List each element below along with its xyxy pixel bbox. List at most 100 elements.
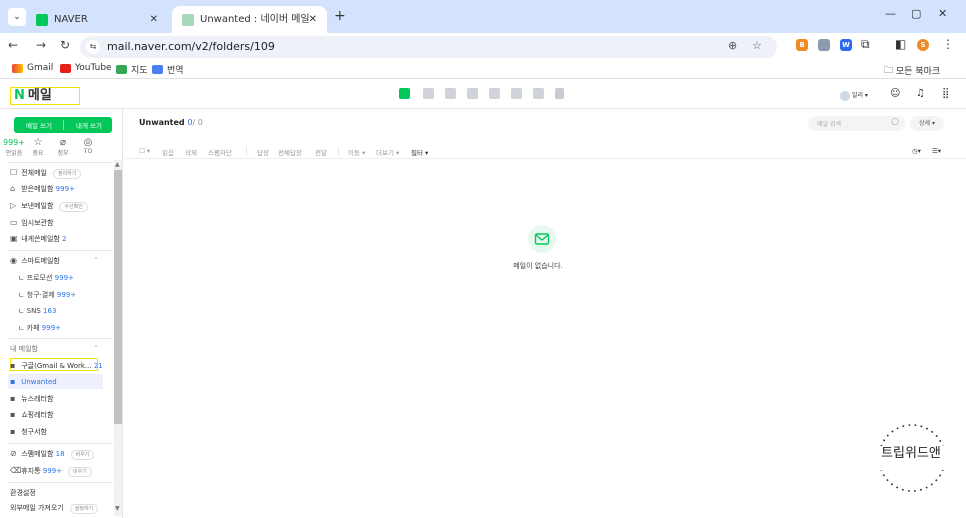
apps-grid-icon[interactable]: ⣿: [942, 88, 949, 99]
folder-unwanted[interactable]: ▪ Unwanted: [10, 377, 57, 386]
folder-promotion[interactable]: ㄴ 프로모션 999+: [18, 273, 74, 283]
folder-google[interactable]: ▪ 구글(Gmail & Work... 21: [10, 361, 103, 371]
notification-bell-icon[interactable]: ♫: [916, 88, 925, 99]
new-tab-icon[interactable]: +: [334, 6, 346, 26]
folder-sent[interactable]: ▷ 보낸메일함 수신확인: [10, 201, 88, 212]
forward-icon[interactable]: →: [36, 38, 46, 52]
forward-button[interactable]: 전달: [315, 147, 327, 157]
window-close-icon[interactable]: ✕: [938, 7, 947, 20]
reply-button[interactable]: 답장: [257, 147, 269, 157]
reply-all-button[interactable]: 전체답장: [278, 147, 302, 157]
settings-link[interactable]: 환경설정: [10, 488, 36, 498]
folder-billing[interactable]: ㄴ 청구·결제 999+: [18, 290, 76, 300]
mail-search-input[interactable]: 메일 검색 ○: [808, 116, 905, 131]
empty-trash-button[interactable]: 비우기: [68, 467, 92, 477]
tab-search-dropdown-icon[interactable]: ⌄: [8, 8, 26, 26]
folder-shopping[interactable]: ▪ 쇼핑레터함: [10, 410, 53, 420]
total-count: / 0: [192, 118, 203, 127]
bookmark-service-icon[interactable]: [555, 88, 564, 99]
mark-read-button[interactable]: 읽음: [162, 147, 174, 157]
block-spam-button[interactable]: 스팸차단: [208, 147, 232, 157]
move-dropdown[interactable]: 이동 ▾: [348, 147, 365, 157]
sort-clock-icon[interactable]: ◷▾: [912, 147, 921, 155]
quick-unread[interactable]: 999+ 안읽음: [3, 138, 25, 157]
folder-trash[interactable]: ⌫ 휴지통 999+ 비우기: [10, 466, 92, 477]
papago-icon: [152, 65, 163, 74]
office-service-icon[interactable]: [533, 88, 544, 99]
extensions-puzzle-icon[interactable]: ⧉: [861, 37, 870, 52]
advanced-search-button[interactable]: 상세 ▾: [910, 116, 944, 131]
gmail-icon: [12, 63, 23, 73]
naver-mail-logo[interactable]: N 메일: [10, 87, 80, 105]
vault-service-icon[interactable]: [511, 88, 522, 99]
tab-naver[interactable]: NAVER ✕: [28, 6, 168, 33]
filter-dropdown[interactable]: 필터 ▾: [411, 147, 428, 157]
zoom-icon[interactable]: ⊕: [728, 39, 737, 52]
extension-b-icon[interactable]: B: [796, 39, 808, 51]
folder-drafts[interactable]: ▭ 임시보관함: [10, 218, 53, 228]
chat-icon[interactable]: ☺: [890, 88, 900, 99]
write-to-me-button[interactable]: 내게 쓰기: [76, 120, 102, 130]
send-icon: ▷: [10, 201, 17, 210]
fetch-settings-button[interactable]: 설정하기: [69, 504, 99, 514]
bookmark-gmail[interactable]: Gmail: [12, 63, 53, 74]
close-tab-icon[interactable]: ✕: [150, 6, 158, 33]
search-icon[interactable]: ○: [891, 117, 899, 127]
scroll-up-icon[interactable]: ▲: [115, 161, 120, 168]
trash-icon: ⌫: [10, 466, 22, 475]
select-all-checkbox[interactable]: ☐ ▾: [139, 147, 150, 155]
my-mailbox-header[interactable]: 내 메일함 ⌃: [10, 344, 99, 354]
minimize-icon[interactable]: —: [885, 7, 896, 20]
all-bookmarks[interactable]: 🗀 모든 북마크: [884, 63, 940, 79]
write-mail-button[interactable]: 메일 쓰기: [26, 120, 52, 130]
folder-bills[interactable]: ▪ 청구서함: [10, 427, 47, 437]
profile-avatar[interactable]: S: [917, 39, 929, 51]
calendar-service-icon[interactable]: [423, 88, 434, 99]
folder-newsletter[interactable]: ▪ 뉴스레터함: [10, 394, 53, 404]
close-tab-icon[interactable]: ✕: [309, 6, 317, 33]
site-info-icon[interactable]: ⇆: [86, 40, 100, 54]
chrome-menu-icon[interactable]: ⋮: [942, 37, 954, 51]
folder-cafe[interactable]: ㄴ 카페 999+: [18, 323, 61, 333]
bookmark-youtube[interactable]: YouTube: [60, 63, 112, 74]
quick-to-me[interactable]: ◎ TO: [77, 138, 99, 156]
contacts-service-icon[interactable]: [445, 88, 456, 99]
back-icon[interactable]: ←: [8, 38, 18, 52]
reload-icon[interactable]: ↻: [60, 38, 70, 52]
empty-spam-button[interactable]: 비우기: [70, 450, 95, 460]
folder-inbox[interactable]: ⌂ 받은메일함 999+: [10, 184, 75, 194]
sidebar-scrollbar-thumb[interactable]: [114, 170, 122, 424]
scroll-down-icon[interactable]: ▼: [115, 505, 120, 512]
browser-tab-bar: ⌄ NAVER ✕ Unwanted : 네이버 메일 ✕ + — ▢ ✕: [0, 0, 966, 33]
address-bar[interactable]: ⇆ mail.naver.com/v2/folders/109 ⊕ ☆: [80, 36, 777, 58]
folder-to-me[interactable]: ▣ 내게쓴메일함 2: [10, 234, 67, 244]
memo-service-icon[interactable]: [467, 88, 478, 99]
bookmark-map[interactable]: 지도: [116, 63, 148, 76]
organize-button[interactable]: 정리하기: [53, 169, 82, 179]
side-panel-icon[interactable]: ◧: [895, 37, 906, 51]
weather-widget[interactable]: 일리 ▾: [840, 90, 868, 101]
mybox-service-icon[interactable]: [489, 88, 500, 99]
delete-button[interactable]: 삭제: [185, 147, 197, 157]
map-icon: [116, 65, 127, 74]
mail-service-icon[interactable]: [399, 88, 410, 99]
folder-spam[interactable]: ⊘ 스팸메일함 18 비우기: [10, 449, 95, 460]
extension-image-icon[interactable]: [818, 39, 830, 51]
collapse-icon[interactable]: ⌃: [93, 344, 99, 352]
more-dropdown[interactable]: 더보기 ▾: [376, 147, 399, 157]
folder-sns[interactable]: ㄴ SNS 163: [18, 306, 56, 316]
view-options-icon[interactable]: ☰▾: [932, 147, 941, 155]
read-receipt-button[interactable]: 수신확인: [59, 202, 88, 212]
folder-all-mail[interactable]: ☐ 전체메일 정리하기: [10, 168, 82, 179]
tab-unwanted-mail[interactable]: Unwanted : 네이버 메일 ✕: [172, 6, 327, 33]
maximize-icon[interactable]: ▢: [911, 7, 921, 20]
fetch-external-mail[interactable]: 외부메일 가져오기 설정하기: [10, 503, 99, 514]
bookmark-translate[interactable]: 번역: [152, 63, 184, 76]
tab-title: Unwanted : 네이버 메일: [200, 14, 310, 25]
quick-attachment[interactable]: ⌀ 첨부: [52, 138, 74, 158]
url-text[interactable]: mail.naver.com/v2/folders/109: [107, 40, 275, 53]
extension-w-icon[interactable]: W: [840, 39, 852, 51]
bookmark-star-icon[interactable]: ☆: [752, 39, 762, 52]
quick-important[interactable]: ☆ 중요: [27, 138, 49, 158]
folder-icon: 🗀: [884, 66, 896, 76]
